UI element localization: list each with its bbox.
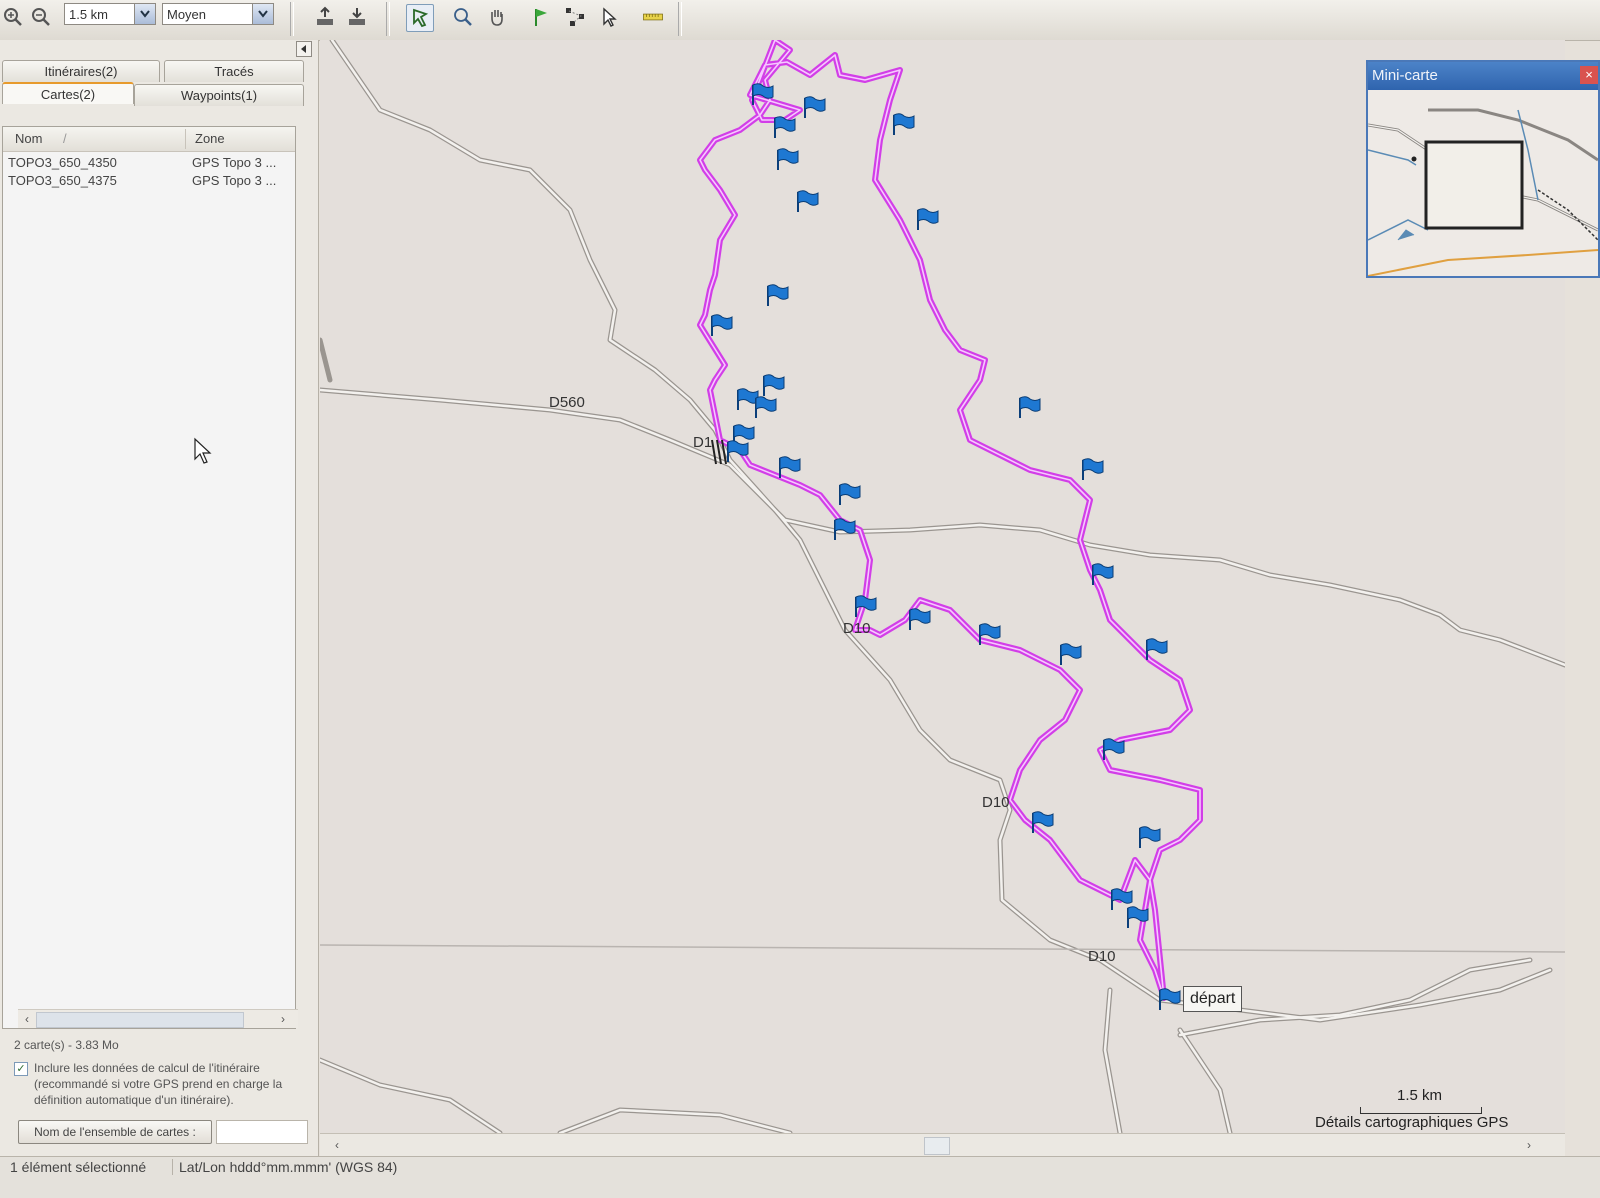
- scroll-left-icon[interactable]: ‹: [18, 1010, 36, 1028]
- waypoint-flag-icon: [839, 482, 861, 506]
- road-label-d10: D10: [982, 794, 1010, 811]
- start-waypoint-label[interactable]: départ: [1183, 986, 1243, 1012]
- map-zone: GPS Topo 3 ...: [192, 173, 277, 188]
- column-header-name[interactable]: Nom: [15, 131, 42, 146]
- waypoint-flag-icon: [779, 455, 801, 479]
- waypoint-flag-icon: [767, 283, 789, 307]
- scrollbar-thumb[interactable]: [36, 1012, 244, 1028]
- zoom-tool-icon[interactable]: [450, 4, 476, 30]
- detail-combo-value: Moyen: [167, 7, 207, 22]
- scale-text: 1.5 km: [1397, 1087, 1443, 1104]
- chevron-down-icon[interactable]: [252, 4, 273, 24]
- detail-combo[interactable]: Moyen: [162, 3, 274, 25]
- route-data-option[interactable]: ✓ Inclure les données de calcul de l'iti…: [14, 1060, 314, 1108]
- collapse-panel-button[interactable]: [296, 41, 312, 57]
- scale-combo-value: 1.5 km: [69, 7, 109, 22]
- waypoint-flag-icon: [909, 607, 931, 631]
- minimap-canvas: [1368, 108, 1598, 276]
- map-count-text: 2 carte(s) - 3.83 Mo: [14, 1038, 119, 1052]
- map-name: TOPO3_650_4375: [8, 173, 117, 188]
- minimap-title: Mini-carte: [1368, 62, 1598, 90]
- scroll-right-icon[interactable]: ›: [1520, 1136, 1538, 1154]
- waypoint-flag-icon: [777, 147, 799, 171]
- route-data-label-1: Inclure les données de calcul de l'itiné…: [34, 1061, 260, 1075]
- table-row[interactable]: TOPO3_650_4350 GPS Topo 3 ...: [3, 155, 295, 173]
- hand-tool-icon[interactable]: [484, 4, 510, 30]
- mouse-cursor-icon: [194, 437, 212, 464]
- waypoint-flag-icon: [1019, 395, 1041, 419]
- status-coordinates-text: Lat/Lon hddd°mm.mmm' (WGS 84): [172, 1159, 397, 1175]
- sort-indicator-icon: /: [63, 131, 67, 146]
- status-selection-text: 1 élément sélectionné: [10, 1159, 147, 1175]
- chevron-left-icon: [301, 45, 306, 53]
- measure-tool-icon[interactable]: [638, 4, 668, 30]
- table-row[interactable]: TOPO3_650_4375 GPS Topo 3 ...: [3, 173, 295, 191]
- waypoint-flag-icon: [1139, 825, 1161, 849]
- status-bar: 1 élément sélectionné Lat/Lon hddd°mm.mm…: [0, 1156, 1600, 1198]
- map-name: TOPO3_650_4350: [8, 155, 117, 170]
- map-horizontal-scrollbar[interactable]: ‹ ›: [320, 1133, 1565, 1156]
- road-label-d10: D10: [1088, 948, 1116, 965]
- receive-from-device-icon[interactable]: [344, 4, 370, 30]
- tab-cartes[interactable]: Cartes(2): [2, 82, 134, 104]
- tab-waypoints[interactable]: Waypoints(1): [134, 84, 304, 106]
- route-data-label-3: définition automatique d'un itinéraire).: [34, 1093, 234, 1107]
- waypoint-flag-icon: [1103, 737, 1125, 761]
- waypoint-flag-icon: [1060, 642, 1082, 666]
- maps-list: Nom / Zone TOPO3_650_4350 GPS Topo 3 ...…: [2, 126, 296, 1029]
- toolbar-separator: [386, 2, 390, 36]
- waypoint-flag-icon: [774, 115, 796, 139]
- pointer-tool-icon[interactable]: [596, 4, 622, 30]
- mapset-name-input[interactable]: [216, 1120, 308, 1144]
- chevron-down-icon[interactable]: [134, 4, 155, 24]
- minimap-window[interactable]: Mini-carte ×: [1366, 60, 1600, 278]
- waypoint-flag-icon: [1082, 457, 1104, 481]
- map-zone: GPS Topo 3 ...: [192, 155, 277, 170]
- waypoint-flag-icon: [755, 395, 777, 419]
- waypoint-flag-icon: [797, 189, 819, 213]
- toolbar-separator: [290, 2, 294, 36]
- scroll-right-icon[interactable]: ›: [274, 1010, 292, 1028]
- route-data-label-2: (recommandé si votre GPS prend en charge…: [34, 1077, 283, 1091]
- waypoint-flag-icon: [763, 373, 785, 397]
- scale-combo[interactable]: 1.5 km: [64, 3, 156, 25]
- scroll-left-icon[interactable]: ‹: [328, 1136, 346, 1154]
- waypoint-flag-icon: [804, 95, 826, 119]
- send-to-device-icon[interactable]: [312, 4, 338, 30]
- list-horizontal-scrollbar[interactable]: ‹ ›: [18, 1009, 298, 1028]
- zoom-out-icon[interactable]: [28, 4, 54, 30]
- left-panel: Itinéraires(2) Tracés Cartes(2) Waypoint…: [0, 40, 319, 1175]
- map-details-text: Détails cartographiques GPS: [1315, 1114, 1509, 1131]
- toolbar-separator: [678, 2, 682, 36]
- list-header: Nom / Zone: [3, 127, 295, 152]
- close-icon[interactable]: ×: [1580, 66, 1598, 84]
- waypoint-tool-icon[interactable]: [528, 4, 554, 30]
- road-label-d560: D560: [549, 394, 585, 411]
- waypoint-flag-icon: [893, 112, 915, 136]
- scrollbar-thumb[interactable]: [924, 1137, 950, 1155]
- toolbar: 1.5 km Moyen: [0, 0, 1600, 41]
- road-label-d10: D10: [843, 620, 871, 637]
- selection-tool-icon[interactable]: [406, 4, 434, 32]
- waypoint-flag-icon: [917, 207, 939, 231]
- route-tool-icon[interactable]: [562, 4, 588, 30]
- waypoint-flag-icon: [1111, 887, 1133, 911]
- column-divider: [185, 129, 186, 149]
- road-label-d10: D1: [693, 434, 713, 451]
- start-flag-icon: [1159, 987, 1181, 1011]
- scale-bar: [1360, 1107, 1482, 1114]
- tab-traces[interactable]: Tracés: [164, 60, 304, 82]
- waypoint-flag-icon: [834, 517, 856, 541]
- tab-itineraires[interactable]: Itinéraires(2): [2, 60, 160, 82]
- waypoint-flag-icon: [711, 313, 733, 337]
- route-data-checkbox[interactable]: ✓: [14, 1062, 28, 1076]
- mapset-name-button[interactable]: Nom de l'ensemble de cartes :: [18, 1120, 212, 1144]
- column-header-zone[interactable]: Zone: [195, 131, 225, 146]
- zoom-in-icon[interactable]: [0, 4, 26, 30]
